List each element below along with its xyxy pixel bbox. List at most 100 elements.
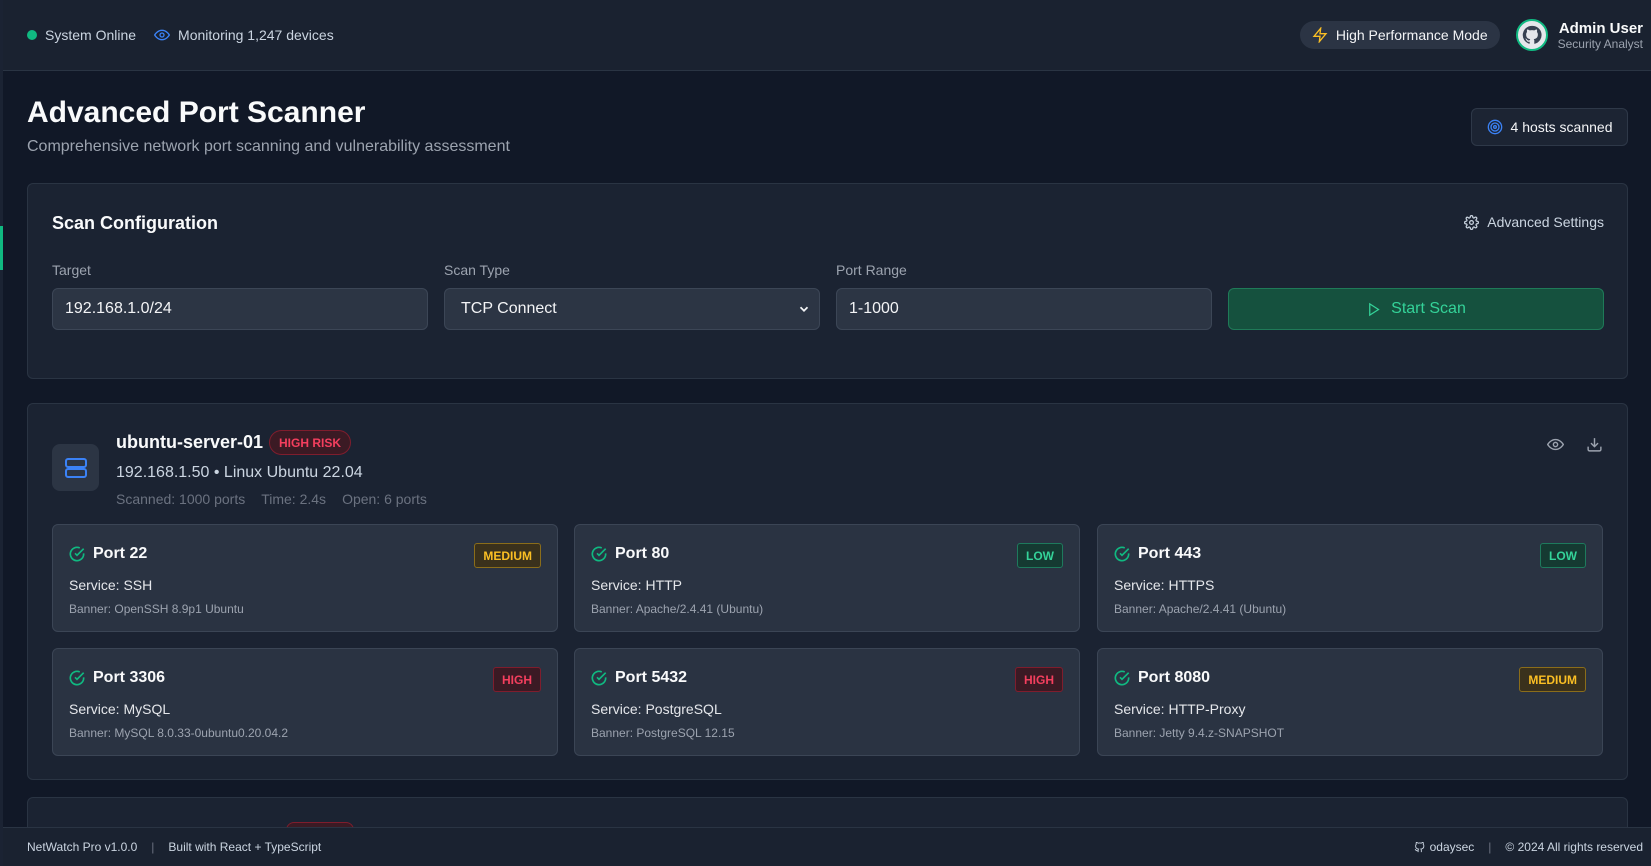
view-eye-icon[interactable] [1547,436,1564,453]
system-status-label: System Online [45,27,137,43]
target-icon [1487,119,1502,135]
port-title-row: Port 443 [1114,545,1201,563]
port-banner: Banner: Apache/2.4.41 (Ubuntu) [1114,602,1287,616]
scan-type-select[interactable]: TCP Connect [444,288,820,330]
footer-built-with: Built with React + TypeScript [168,840,322,854]
port-service: Service: PostgreSQL [591,701,722,717]
port-banner: Banner: PostgreSQL 12.15 [591,726,735,740]
severity-badge: HIGH [493,667,541,692]
hosts-scanned-button[interactable]: 4 hosts scanned [1471,108,1628,146]
host-meta: 192.168.1.50 • Linux Ubuntu 22.04 [116,464,363,481]
target-input-value: 192.168.1.0/24 [65,300,172,317]
port-service: Service: HTTPS [1114,577,1215,593]
port-title-row: Port 8080 [1114,669,1210,687]
performance-mode-button[interactable]: High Performance Mode [1299,21,1500,49]
scan-type-label: Scan Type [444,262,510,278]
footer-separator: | [1488,840,1492,854]
risk-badge: HIGH RISK [269,430,352,455]
host-open-ports: Open: 6 ports [342,491,427,507]
port-number: Port 443 [1138,545,1202,562]
advanced-settings-button[interactable]: Advanced Settings [1464,214,1604,230]
footer-version: NetWatch Pro v1.0.0 [27,840,138,854]
port-number: Port 22 [93,545,148,562]
scan-configuration-panel: Scan Configuration Advanced Settings Tar… [27,183,1628,379]
port-title-row: Port 22 [69,545,147,563]
port-card[interactable]: Port 8080 MEDIUM Service: HTTP-Proxy Ban… [1097,648,1603,756]
eye-icon [154,29,171,41]
github-avatar-icon [1522,25,1542,44]
port-number: Port 3306 [93,669,166,686]
target-input[interactable]: 192.168.1.0/24 [52,288,428,330]
port-number: Port 5432 [615,669,688,686]
host-stats: Scanned: 1000 ports Time: 2.4s Open: 6 p… [116,491,427,507]
topbar-right: High Performance Mode Admin User Securit… [1299,19,1643,51]
user-menu[interactable]: Admin User Security Analyst [1515,19,1643,51]
port-range-input[interactable]: 1-1000 [836,288,1212,330]
host-scan-time: Time: 2.4s [261,491,327,507]
host-result-card: ubuntu-server-01 HIGH RISK 192.168.1.50 … [27,403,1628,780]
user-role: Security Analyst [1557,36,1643,51]
footer-separator: | [151,840,155,854]
port-number: Port 8080 [1138,669,1211,686]
check-circle-icon [69,546,85,562]
online-dot-icon [27,30,37,40]
severity-badge: LOW [1540,543,1586,568]
severity-badge: MEDIUM [474,543,541,568]
hosts-scanned-label: 4 hosts scanned [1510,119,1613,135]
port-banner: Banner: Apache/2.4.41 (Ubuntu) [591,602,764,616]
page-title: Advanced Port Scanner [27,96,366,129]
port-card[interactable]: Port 80 LOW Service: HTTP Banner: Apache… [574,524,1080,632]
lightning-icon [1312,27,1328,43]
github-icon [1414,841,1424,852]
avatar[interactable] [1515,19,1548,51]
check-circle-icon [1114,670,1130,686]
footer-left: NetWatch Pro v1.0.0 | Built with React +… [27,840,321,854]
download-icon[interactable] [1586,436,1603,453]
port-card[interactable]: Port 22 MEDIUM Service: SSH Banner: Open… [52,524,558,632]
performance-mode-label: High Performance Mode [1335,27,1488,43]
port-banner: Banner: OpenSSH 8.9p1 Ubuntu [69,602,244,616]
footer-github-label: odaysec [1429,840,1475,854]
port-range-label: Port Range [836,262,907,278]
footer-github-link[interactable]: odaysec [1414,840,1475,854]
check-circle-icon [1114,546,1130,562]
severity-badge: HIGH [1015,667,1063,692]
start-scan-label: Start Scan [1391,300,1466,317]
check-circle-icon [69,670,85,686]
port-card[interactable]: Port 3306 HIGH Service: MySQL Banner: My… [52,648,558,756]
target-label: Target [52,262,91,278]
port-card[interactable]: Port 5432 HIGH Service: PostgreSQL Banne… [574,648,1080,756]
footer: NetWatch Pro v1.0.0 | Built with React +… [3,827,1651,866]
footer-copyright: © 2024 All rights reserved [1505,840,1643,854]
port-title-row: Port 80 [591,545,669,563]
chevron-down-icon [799,306,809,312]
footer-right: odaysec | © 2024 All rights reserved [1414,840,1643,854]
advanced-settings-label: Advanced Settings [1487,214,1604,230]
scan-type-value: TCP Connect [461,300,557,317]
check-circle-icon [591,546,607,562]
monitoring-label: Monitoring 1,247 devices [178,27,334,43]
scan-configuration-title: Scan Configuration [52,213,218,233]
port-service: Service: SSH [69,577,153,593]
port-card[interactable]: Port 443 LOW Service: HTTPS Banner: Apac… [1097,524,1603,632]
port-service: Service: HTTP [591,577,683,593]
gear-icon [1464,214,1480,230]
port-service: Service: MySQL [69,701,171,717]
monitoring-status: Monitoring 1,247 devices [154,27,334,43]
user-name: Admin User [1558,19,1643,37]
top-bar: System Online Monitoring 1,247 devices H… [3,0,1651,71]
server-icon [64,457,87,478]
port-service: Service: HTTP-Proxy [1114,701,1246,717]
port-banner: Banner: MySQL 8.0.33-0ubuntu0.20.04.2 [69,726,289,740]
system-status: System Online [27,27,136,43]
play-icon [1369,302,1380,316]
server-icon-box [52,444,99,491]
left-rail [0,0,3,866]
user-info: Admin User Security Analyst [1558,20,1643,51]
status-area: System Online Monitoring 1,247 devices [27,27,334,43]
check-circle-icon [591,670,607,686]
port-title-row: Port 3306 [69,669,165,687]
start-scan-button[interactable]: Start Scan [1228,288,1604,330]
port-title-row: Port 5432 [591,669,687,687]
port-number: Port 80 [615,545,670,562]
